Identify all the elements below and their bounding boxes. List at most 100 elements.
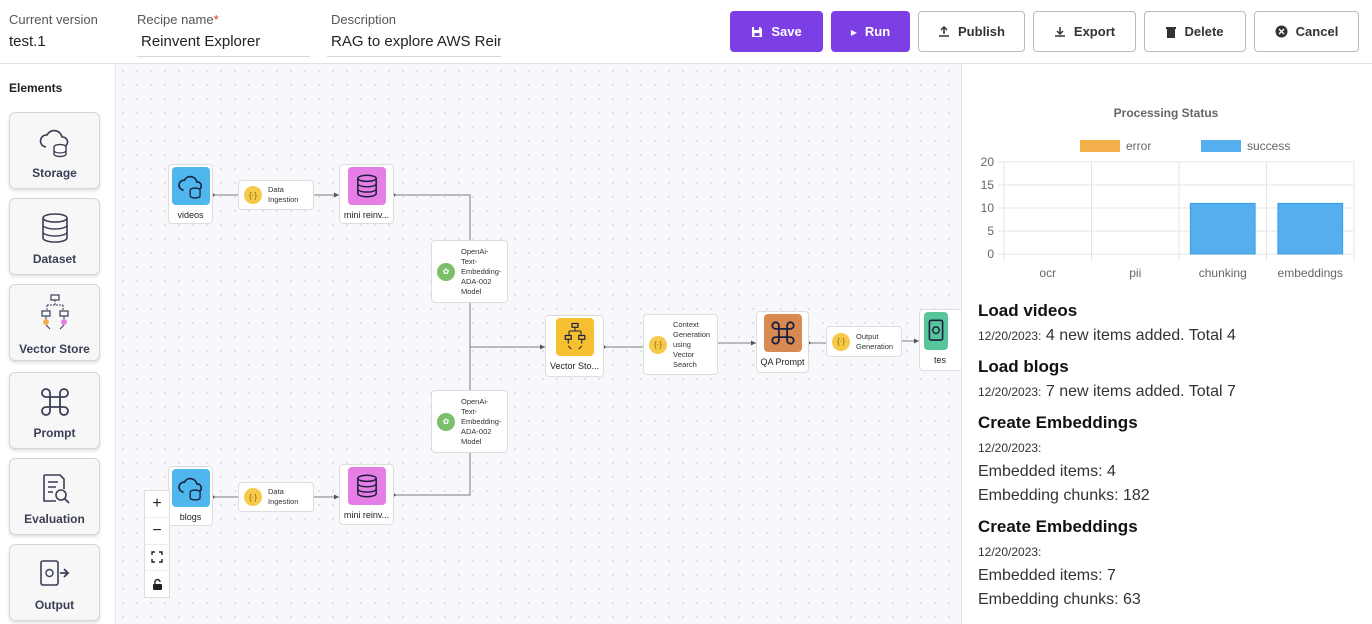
node-mini-reinvent-bottom[interactable]: mini reinv... [339, 464, 394, 525]
log-text: 7 new items added. Total 7 [1045, 383, 1236, 400]
processing-status-chart: Processing Status error success 0 5 10 15 20 o… [981, 106, 1355, 280]
log-text: Embedding chunks: 63 [978, 591, 1141, 608]
sidebar-item-prompt[interactable]: Prompt [9, 372, 100, 449]
status-panel: Processing Status error success 0 5 10 15 20 o… [961, 64, 1372, 624]
recipe-canvas[interactable]: videos blogs {·} Data Ingestion {·} Data I… [116, 64, 961, 624]
database-icon [42, 213, 68, 243]
process-openai-embedding-top[interactable]: ✿ OpenAi- Text- Embedding- ADA-002 Model [431, 240, 508, 303]
vector-store-icon [41, 294, 69, 330]
cancel-button[interactable]: Cancel [1254, 11, 1359, 52]
node-qa-prompt[interactable]: QA Prompt [756, 311, 809, 373]
cloud-database-icon [39, 129, 69, 158]
save-button[interactable]: Save [730, 11, 823, 52]
process-data-ingestion-top[interactable]: {·} Data Ingestion [238, 180, 314, 210]
export-button[interactable]: Export [1033, 11, 1136, 52]
log-timestamp: 12/20/2023: [978, 385, 1042, 399]
sidebar-item-storage[interactable]: Storage [9, 112, 100, 189]
save-icon [751, 26, 763, 38]
y-tick-label: 15 [981, 178, 995, 192]
trash-icon [1166, 26, 1177, 38]
cloud-database-icon [171, 469, 210, 507]
log-title: Create Embeddings [978, 517, 1138, 536]
process-context-generation[interactable]: {·} Context Generation using Vector Search [643, 314, 718, 375]
required-marker: * [213, 12, 219, 27]
node-label: QA Prompt [760, 357, 805, 367]
y-tick-label: 10 [981, 201, 995, 215]
download-icon [1054, 26, 1066, 38]
sidebar-item-dataset[interactable]: Dataset [9, 198, 100, 275]
current-version-value: test.1 [9, 33, 46, 50]
lock-icon [152, 578, 162, 591]
node-label: blogs [179, 512, 202, 522]
node-mini-reinvent-top[interactable]: mini reinv... [339, 164, 394, 224]
current-version-field: Current version test.1 [9, 12, 119, 56]
legend-label-error: error [1126, 139, 1151, 153]
output-icon [40, 560, 70, 586]
zoom-in-button[interactable]: + [145, 491, 169, 518]
process-output-generation[interactable]: {·} Output Generation [826, 326, 902, 357]
sidebar-item-vector-store[interactable]: Vector Store [9, 284, 100, 361]
close-circle-icon [1275, 25, 1288, 38]
node-videos[interactable]: videos [168, 164, 213, 224]
output-icon [924, 312, 948, 350]
fit-view-button[interactable] [145, 545, 169, 572]
recipe-name-field[interactable]: Recipe name* Reinvent Explorer [137, 12, 310, 57]
y-tick-label: 20 [981, 155, 995, 169]
recipe-header: Current version test.1 Recipe name* Rein… [0, 0, 1372, 64]
x-tick-label: embeddings [1278, 266, 1343, 280]
evaluation-icon [43, 474, 70, 504]
y-tick-label: 0 [987, 247, 994, 261]
log-entry-load-videos: Load videos 12/20/2023: 4 new items adde… [978, 301, 1236, 345]
node-label: Vector Sto... [549, 361, 600, 371]
sidebar-item-output[interactable]: Output [9, 544, 100, 621]
openai-icon: ✿ [437, 262, 455, 281]
openai-icon: ✿ [437, 412, 455, 431]
description-input[interactable]: RAG to explore AWS Rein [327, 33, 501, 57]
upload-icon [938, 25, 950, 38]
process-data-ingestion-bottom[interactable]: {·} Data Ingestion [238, 482, 314, 512]
log-timestamp: 12/20/2023: [978, 329, 1042, 343]
legend-label-success: success [1247, 139, 1290, 153]
delete-button[interactable]: Delete [1144, 11, 1246, 52]
database-icon [347, 167, 386, 205]
elements-sidebar: Elements Storage Dataset Vector Store Pr… [0, 64, 116, 624]
bar-success-chunking [1189, 202, 1256, 255]
description-field[interactable]: Description RAG to explore AWS Rein [327, 12, 501, 57]
x-tick-label: pii [1129, 266, 1141, 280]
recipe-name-input[interactable]: Reinvent Explorer [137, 33, 310, 57]
process-icon: {·} [649, 335, 667, 354]
process-openai-embedding-bottom[interactable]: ✿ OpenAi- Text- Embedding- ADA-002 Model [431, 390, 508, 453]
play-icon: ▸ [850, 24, 857, 39]
log-title: Load blogs [978, 357, 1069, 376]
process-icon: {·} [832, 332, 850, 351]
lock-button[interactable] [145, 571, 169, 597]
database-icon [347, 467, 386, 505]
run-button[interactable]: ▸ Run [831, 11, 910, 52]
node-output[interactable]: tes [919, 309, 961, 371]
process-icon: {·} [244, 488, 262, 506]
log-text: Embedding chunks: 182 [978, 487, 1150, 504]
log-timestamp: 12/20/2023: [978, 545, 1042, 559]
command-icon [763, 314, 802, 352]
x-tick-label: chunking [1199, 266, 1247, 280]
log-entry-load-blogs: Load blogs 12/20/2023: 7 new items added… [978, 357, 1236, 401]
log-text: Embedded items: 4 [978, 463, 1116, 480]
sidebar-item-evaluation[interactable]: Evaluation [9, 458, 100, 535]
log-title: Create Embeddings [978, 413, 1138, 432]
y-tick-label: 5 [987, 224, 994, 238]
log-text: 4 new items added. Total 4 [1045, 327, 1236, 344]
elements-title: Elements [9, 81, 63, 95]
node-blogs[interactable]: blogs [168, 466, 213, 526]
fit-view-icon [151, 551, 163, 564]
process-icon: {·} [244, 186, 262, 204]
node-vector-store[interactable]: Vector Sto... [545, 315, 604, 377]
node-label: mini reinv... [343, 210, 390, 220]
publish-button[interactable]: Publish [918, 11, 1025, 52]
zoom-out-button[interactable]: − [145, 518, 169, 545]
node-label: tes [934, 355, 947, 365]
node-label: videos [177, 210, 204, 220]
vector-store-icon [555, 318, 594, 356]
log-timestamp: 12/20/2023: [978, 441, 1042, 455]
zoom-controls: + − [144, 490, 170, 598]
chart-legend: error success [1080, 139, 1290, 153]
